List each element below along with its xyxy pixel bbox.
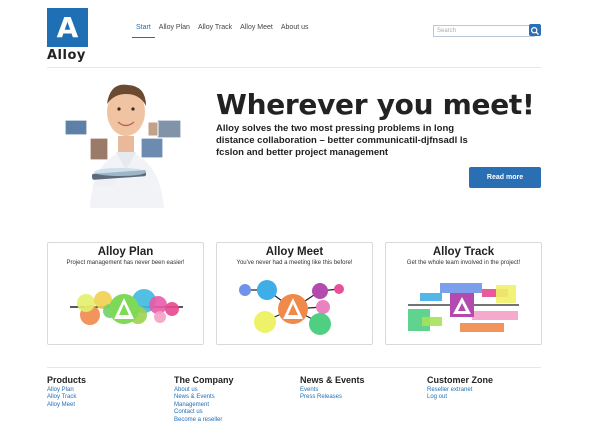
footer-products: Products Alloy Plan Alloy Track Alloy Me…	[47, 375, 87, 410]
read-more-button[interactable]: Read more	[469, 167, 541, 188]
meet-illustration	[239, 280, 344, 335]
track-illustration	[408, 283, 519, 332]
logo-mark: A	[47, 8, 88, 47]
footer-heading: Products	[47, 375, 87, 385]
card-subtitle: Project management has never been easier…	[66, 260, 185, 266]
nav-alloy-meet[interactable]: Alloy Meet	[236, 24, 277, 38]
plan-illustration	[70, 289, 183, 325]
nav-about-us[interactable]: About us	[277, 24, 313, 38]
card-title: Alloy Track	[432, 246, 495, 258]
footer-divider	[47, 367, 541, 368]
card-alloy-meet[interactable]: Alloy Meet You've never had a meeting li…	[216, 242, 373, 345]
card-alloy-track[interactable]: Alloy Track Get the whole team involved …	[385, 242, 542, 345]
footer-link[interactable]: News & Events	[174, 394, 234, 402]
logo-text: Alloy	[47, 48, 86, 63]
card-title: Alloy Meet	[265, 246, 324, 258]
header-divider	[47, 67, 541, 68]
footer-link[interactable]: Become a reseller	[174, 417, 234, 425]
search-icon	[530, 26, 540, 36]
footer-link[interactable]: Reseller extranet	[427, 387, 493, 395]
nav-alloy-track[interactable]: Alloy Track	[194, 24, 236, 38]
hero-text: Alloy solves the two most pressing probl…	[216, 123, 468, 158]
footer-heading: News & Events	[300, 375, 365, 385]
main-nav: Start Alloy Plan Alloy Track Alloy Meet …	[132, 24, 313, 38]
footer-link[interactable]: Log out	[427, 394, 493, 402]
footer-heading: Customer Zone	[427, 375, 494, 385]
card-subtitle: Get the whole team involved in the proje…	[406, 260, 521, 266]
footer-customer-zone: Customer Zone Reseller extranet Log out	[427, 375, 494, 402]
hero-title: Wherever you meet!	[216, 88, 535, 121]
card-subtitle: You've never had a meeting like this bef…	[236, 260, 353, 266]
footer-link[interactable]: About us	[174, 387, 234, 395]
footer-link[interactable]: Alloy Meet	[47, 402, 86, 410]
footer-link[interactable]: Press Releases	[300, 394, 365, 402]
search-button[interactable]	[529, 24, 541, 36]
card-title: Alloy Plan	[97, 246, 154, 258]
footer-company: The Company About us News & Events Manag…	[174, 375, 234, 425]
alloy-logo[interactable]: A Alloy	[47, 8, 88, 63]
search-input[interactable]: Search	[433, 25, 535, 37]
nav-start[interactable]: Start	[132, 24, 155, 38]
footer-heading: The Company	[174, 375, 234, 385]
footer-link[interactable]: Contact us	[174, 409, 234, 417]
footer-link[interactable]: Alloy Plan	[47, 387, 86, 395]
footer-link[interactable]: Alloy Track	[47, 394, 86, 402]
hero-image	[62, 78, 190, 208]
card-alloy-plan[interactable]: Alloy Plan Project management has never …	[47, 242, 204, 345]
footer-link[interactable]: Management	[174, 402, 234, 410]
nav-alloy-plan[interactable]: Alloy Plan	[155, 24, 194, 38]
footer-news-events: News & Events Events Press Releases	[300, 375, 365, 402]
footer-link[interactable]: Events	[300, 387, 365, 395]
